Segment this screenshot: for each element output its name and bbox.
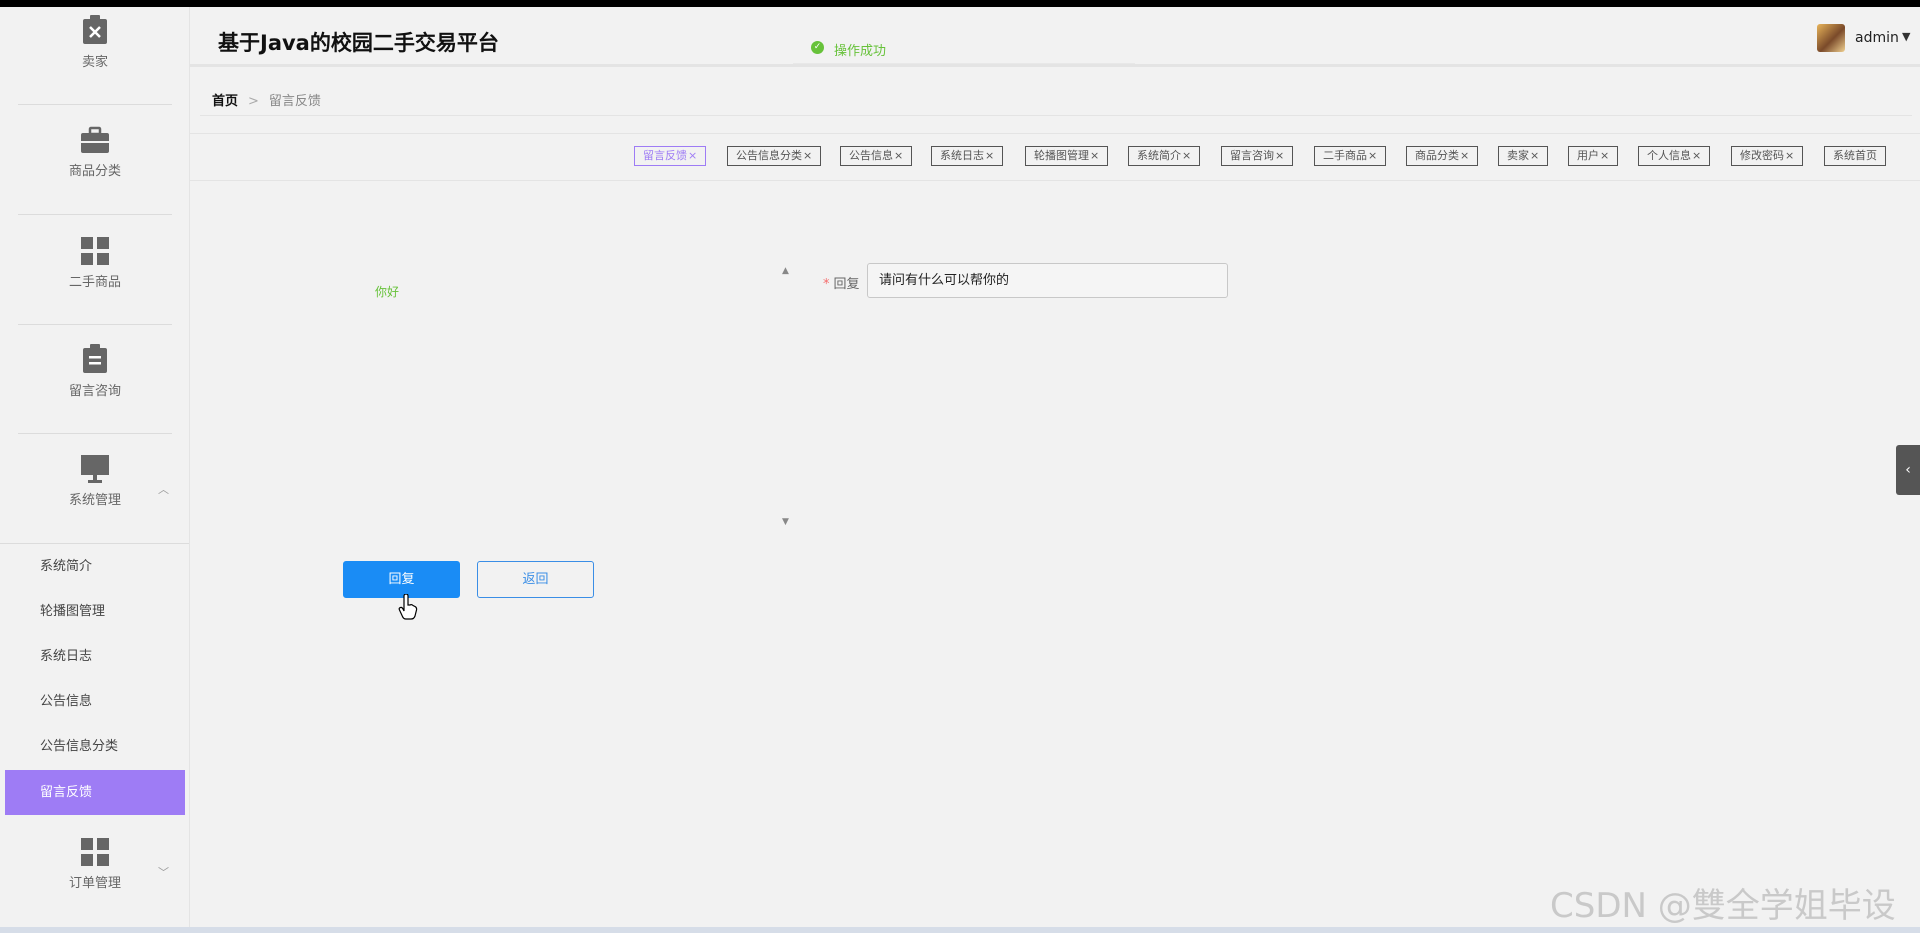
close-icon[interactable]: × bbox=[1530, 149, 1539, 162]
breadcrumb-current: 留言反馈 bbox=[268, 94, 321, 109]
tag-intro[interactable]: 系统简介× bbox=[1128, 146, 1201, 166]
header-divider bbox=[190, 64, 1920, 67]
divider bbox=[18, 433, 172, 434]
divider bbox=[18, 324, 172, 325]
toast-message: 操作成功 bbox=[834, 44, 887, 59]
divider bbox=[200, 115, 1912, 116]
tag-carousel[interactable]: 轮播图管理× bbox=[1025, 146, 1109, 166]
sidebar-item-seller[interactable]: 卖家 bbox=[0, 15, 189, 70]
close-icon[interactable]: × bbox=[1692, 149, 1701, 162]
tag-label: 轮播图管理 bbox=[1034, 149, 1089, 162]
check-circle-icon: ✓ bbox=[811, 41, 824, 54]
tag-notice-category[interactable]: 公告信息分类× bbox=[727, 146, 822, 166]
tag-label: 留言咨询 bbox=[1230, 149, 1274, 162]
grid-icon bbox=[81, 838, 109, 866]
tag-password[interactable]: 修改密码× bbox=[1731, 146, 1804, 166]
close-icon[interactable]: × bbox=[894, 149, 903, 162]
close-icon[interactable]: × bbox=[1785, 149, 1794, 162]
tag-seller[interactable]: 卖家× bbox=[1498, 146, 1549, 166]
tag-label: 系统首页 bbox=[1833, 149, 1877, 162]
hand-cursor-icon bbox=[398, 594, 418, 620]
avatar[interactable] bbox=[1817, 24, 1845, 52]
grid-icon bbox=[81, 237, 109, 265]
submenu-item-notice[interactable]: 公告信息 bbox=[5, 679, 185, 724]
breadcrumb-separator: > bbox=[248, 94, 259, 109]
sidebar-item-label: 留言咨询 bbox=[68, 384, 121, 399]
app-title: 基于Java的校园二手交易平台 bbox=[218, 31, 499, 55]
tag-label: 修改密码 bbox=[1740, 149, 1784, 162]
sidebar-item-label: 卖家 bbox=[81, 55, 108, 70]
close-icon[interactable]: × bbox=[1368, 149, 1377, 162]
close-icon[interactable]: × bbox=[1460, 149, 1469, 162]
reply-label: * 回复 bbox=[823, 273, 860, 292]
close-icon[interactable]: × bbox=[1275, 149, 1284, 162]
divider bbox=[18, 214, 172, 215]
submenu-item-carousel[interactable]: 轮播图管理 bbox=[5, 589, 185, 634]
sidebar-item-category[interactable]: 商品分类 bbox=[0, 126, 189, 179]
chevron-left-icon[interactable]: ‹ bbox=[1896, 445, 1920, 495]
sidebar-item-secondhand[interactable]: 二手商品 bbox=[0, 237, 189, 290]
tag-label: 公告信息分类 bbox=[736, 149, 802, 162]
submenu-item-intro[interactable]: 系统简介 bbox=[5, 544, 185, 589]
tag-label: 商品分类 bbox=[1415, 149, 1459, 162]
sidebar-item-label: 商品分类 bbox=[68, 164, 121, 179]
reply-label-text: 回复 bbox=[833, 277, 860, 292]
close-icon[interactable]: × bbox=[803, 149, 812, 162]
success-toast: ✓ 操作成功 bbox=[793, 16, 1135, 64]
close-icon[interactable]: × bbox=[1090, 149, 1099, 162]
message-content: 你好 bbox=[375, 285, 400, 299]
tag-label: 用户 bbox=[1577, 149, 1599, 162]
monitor-icon bbox=[81, 455, 109, 483]
submenu-item-feedback[interactable]: 留言反馈 bbox=[5, 770, 185, 815]
tag-category[interactable]: 商品分类× bbox=[1406, 146, 1479, 166]
caret-down-icon[interactable]: ▼ bbox=[1902, 30, 1910, 43]
chevron-down-icon: ﹀ bbox=[158, 866, 169, 879]
tag-notice[interactable]: 公告信息× bbox=[840, 146, 913, 166]
scroll-down-icon[interactable]: ▼ bbox=[782, 517, 789, 527]
tag-feedback[interactable]: 留言反馈× bbox=[634, 146, 707, 166]
tag-label: 系统日志 bbox=[940, 149, 984, 162]
chevron-up-icon: ︿ bbox=[158, 483, 169, 496]
submenu-item-log[interactable]: 系统日志 bbox=[5, 634, 185, 679]
close-icon[interactable]: × bbox=[1182, 149, 1191, 162]
tag-home[interactable]: 系统首页 bbox=[1824, 146, 1886, 166]
tag-profile[interactable]: 个人信息× bbox=[1638, 146, 1711, 166]
submenu-item-notice-category[interactable]: 公告信息分类 bbox=[5, 724, 185, 769]
sidebar-item-consult[interactable]: 留言咨询 bbox=[0, 344, 189, 399]
clipboard-list-icon bbox=[83, 344, 107, 373]
tag-consult[interactable]: 留言咨询× bbox=[1221, 146, 1294, 166]
briefcase-icon bbox=[81, 126, 109, 153]
sidebar: 卖家 商品分类 二手商品 留言咨询 系统管理 ︿ 系统简介 轮播图管理 系统日志… bbox=[0, 7, 190, 933]
scroll-up-icon[interactable]: ▲ bbox=[782, 266, 789, 276]
sidebar-item-label: 二手商品 bbox=[68, 275, 121, 290]
divider bbox=[18, 104, 172, 105]
required-mark: * bbox=[823, 277, 830, 292]
tag-label: 二手商品 bbox=[1323, 149, 1367, 162]
close-icon[interactable]: × bbox=[985, 149, 994, 162]
tag-label: 公告信息 bbox=[849, 149, 893, 162]
close-icon[interactable]: × bbox=[688, 149, 697, 162]
tag-log[interactable]: 系统日志× bbox=[931, 146, 1004, 166]
window-bottom-edge bbox=[0, 927, 1920, 933]
breadcrumb-home[interactable]: 首页 bbox=[212, 94, 238, 109]
watermark: CSDN @雙全学姐毕设 bbox=[1550, 886, 1896, 926]
tag-secondhand[interactable]: 二手商品× bbox=[1314, 146, 1387, 166]
reply-button[interactable]: 回复 bbox=[343, 561, 460, 598]
clipboard-x-icon bbox=[83, 15, 107, 44]
close-icon[interactable]: × bbox=[1600, 149, 1609, 162]
tag-user[interactable]: 用户× bbox=[1568, 146, 1619, 166]
window-top-bar bbox=[0, 0, 1920, 7]
tag-label: 留言反馈 bbox=[643, 149, 687, 162]
back-button[interactable]: 返回 bbox=[477, 561, 594, 598]
tag-label: 系统简介 bbox=[1137, 149, 1181, 162]
tag-label: 卖家 bbox=[1507, 149, 1529, 162]
breadcrumb: 首页 > 留言反馈 bbox=[212, 90, 321, 109]
tag-label: 个人信息 bbox=[1647, 149, 1691, 162]
tags-bar: 留言反馈× 公告信息分类× 公告信息× 系统日志× 轮播图管理× 系统简介× 留… bbox=[190, 133, 1920, 181]
user-name[interactable]: admin bbox=[1855, 30, 1899, 46]
reply-input[interactable]: 请问有什么可以帮你的 bbox=[867, 263, 1228, 298]
